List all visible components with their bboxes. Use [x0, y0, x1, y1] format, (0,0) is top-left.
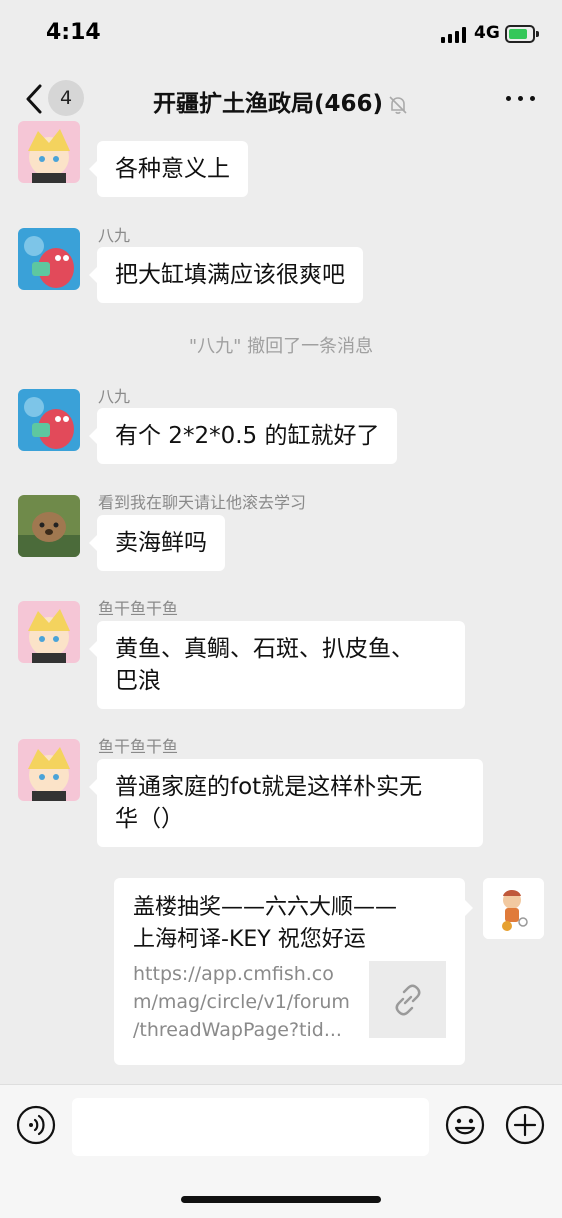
link-title-line: 盖楼抽奖——六六大顺——: [133, 895, 398, 920]
signal-icon: [441, 27, 467, 43]
battery-icon: [505, 25, 539, 43]
more-dots-icon[interactable]: [506, 96, 536, 102]
chat-title: 开疆扩土渔政局(466): [0, 84, 562, 118]
voice-icon[interactable]: [16, 1105, 56, 1145]
avatar[interactable]: [18, 389, 80, 451]
plus-icon[interactable]: [505, 1105, 545, 1145]
link-url-line: m/mag/circle/v1/forum: [133, 991, 350, 1013]
link-title-line: 上海柯译-KEY 祝您好运: [133, 927, 366, 952]
emoji-icon[interactable]: [445, 1105, 485, 1145]
message-text: 卖海鲜吗: [115, 530, 207, 556]
avatar[interactable]: [18, 495, 80, 557]
avatar[interactable]: [18, 121, 80, 183]
message-bubble[interactable]: 黄鱼、真鲷、石斑、扒皮鱼、 巴浪: [89, 621, 465, 709]
message-bubble[interactable]: 普通家庭的fot就是这样朴实无 华（）: [89, 759, 483, 847]
message-text: 各种意义上: [115, 156, 230, 182]
avatar[interactable]: [18, 739, 80, 801]
message-text-line: 巴浪: [115, 668, 161, 694]
status-time: 4:14: [46, 20, 101, 45]
link-url-line: https://app.cmfish.co: [133, 963, 334, 985]
avatar[interactable]: [18, 228, 80, 290]
message-text: 把大缸填满应该很爽吧: [115, 262, 345, 288]
own-avatar[interactable]: [483, 878, 544, 939]
chat-title-text: 开疆扩土渔政局(466): [152, 91, 384, 117]
link-url-line: /threadWapPage?tid...: [133, 1019, 342, 1041]
sender-name: 八九: [98, 226, 131, 245]
sender-name: 八九: [98, 387, 131, 406]
status-bar: 4:14 4G: [0, 0, 562, 66]
recall-notice: "八九" 撤回了一条消息: [188, 336, 374, 357]
message-bubble[interactable]: 卖海鲜吗: [89, 515, 225, 571]
sender-name: 鱼干鱼干鱼: [98, 737, 179, 756]
message-text-line: 普通家庭的fot就是这样朴实无: [115, 774, 423, 800]
message-text: 有个 2*2*0.5 的缸就好了: [115, 423, 380, 449]
message-bubble[interactable]: 各种意义上: [89, 141, 248, 197]
link-url: https://app.cmfish.co m/mag/circle/v1/fo…: [133, 960, 358, 1044]
message-text-line: 华（）: [115, 806, 184, 832]
message-bubble[interactable]: 把大缸填满应该很爽吧: [89, 247, 363, 303]
avatar[interactable]: [18, 601, 80, 663]
sender-name: 鱼干鱼干鱼: [98, 599, 179, 618]
link-icon: [395, 984, 421, 1016]
link-thumbnail: [369, 961, 446, 1038]
link-title: 盖楼抽奖——六六大顺—— 上海柯译-KEY 祝您好运: [133, 892, 453, 956]
message-bubble[interactable]: 有个 2*2*0.5 的缸就好了: [88, 408, 398, 464]
link-card[interactable]: 盖楼抽奖——六六大顺—— 上海柯译-KEY 祝您好运 https://app.c…: [114, 878, 473, 1065]
network-label: 4G: [474, 23, 500, 43]
home-indicator[interactable]: [181, 1196, 381, 1203]
sender-name: 看到我在聊天请让他滚去学习: [98, 493, 307, 512]
bell-slash-icon: [389, 95, 407, 114]
message-input[interactable]: [72, 1098, 429, 1156]
chat-header: 4 开疆扩土渔政局(466): [0, 66, 562, 132]
message-text-line: 黄鱼、真鲷、石斑、扒皮鱼、: [115, 636, 414, 662]
